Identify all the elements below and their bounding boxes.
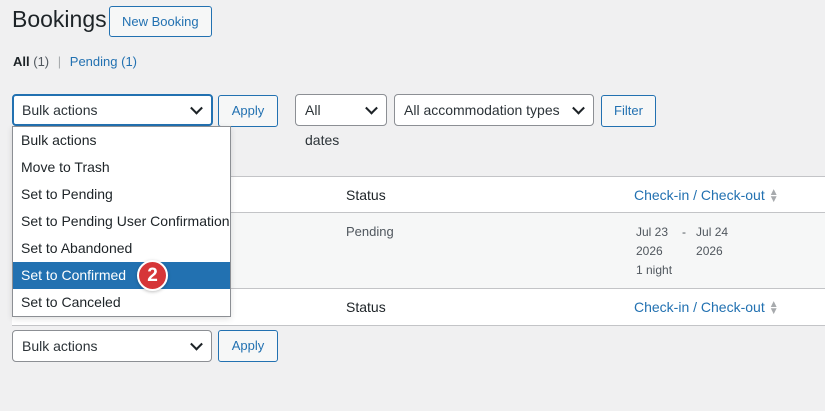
view-pending-link[interactable]: Pending (1) (70, 54, 137, 69)
view-separator: | (57, 54, 62, 69)
option-set-to-pending[interactable]: Set to Pending (13, 181, 230, 208)
page-title: Bookings (12, 6, 107, 32)
bulk-actions-select-bottom[interactable]: Bulk actions (12, 330, 212, 362)
step-badge: 2 (137, 260, 168, 291)
chevron-down-icon (572, 101, 585, 115)
checkout-year: 2026 (696, 244, 723, 258)
date-separator: - (682, 225, 687, 239)
booking-status: Pending (346, 224, 394, 239)
sort-icon: ▲ ▼ (768, 187, 779, 206)
chevron-down-icon (190, 101, 203, 115)
option-set-to-pending-user-confirmation[interactable]: Set to Pending User Confirmation (13, 208, 230, 235)
chevron-down-icon (190, 337, 203, 351)
view-all-count: (1) (33, 54, 50, 69)
accommodation-type-select[interactable]: All accommodation types (394, 94, 594, 126)
nights-count: 1 night (636, 263, 673, 277)
column-checkin-checkout[interactable]: Check-in / Check-out ▲ ▼ (634, 187, 779, 206)
checkin-year: 2026 (636, 244, 663, 258)
sort-icon: ▲ ▼ (768, 299, 779, 318)
status-filter-links: All (1) | Pending (1) (13, 54, 137, 69)
new-booking-button[interactable]: New Booking (109, 6, 212, 37)
filter-button[interactable]: Filter (601, 95, 656, 127)
chevron-down-icon (365, 101, 378, 115)
bulk-actions-dropdown: Bulk actions Move to Trash Set to Pendin… (12, 126, 231, 317)
column-checkin-checkout-footer[interactable]: Check-in / Check-out ▲ ▼ (634, 299, 779, 318)
column-status: Status (346, 187, 386, 203)
option-set-to-abandoned[interactable]: Set to Abandoned (13, 235, 230, 262)
bulk-actions-select-top[interactable]: Bulk actions (12, 94, 213, 126)
option-bulk-actions[interactable]: Bulk actions (13, 127, 230, 154)
checkin-date: Jul 23 (636, 225, 669, 239)
column-status-footer: Status (346, 299, 386, 315)
option-set-to-confirmed[interactable]: Set to Confirmed 2 (13, 260, 230, 291)
apply-button-bottom[interactable]: Apply (218, 330, 278, 362)
option-set-to-canceled[interactable]: Set to Canceled (13, 289, 230, 316)
dates-filter-select[interactable]: All dates (295, 94, 387, 148)
checkout-date: Jul 24 (696, 225, 729, 239)
apply-button-top[interactable]: Apply (218, 95, 278, 127)
booking-dates: Jul 23 2026 1 night - Jul 24 2026 (636, 223, 728, 280)
option-move-to-trash[interactable]: Move to Trash (13, 154, 230, 181)
view-all-link[interactable]: All (13, 54, 30, 69)
